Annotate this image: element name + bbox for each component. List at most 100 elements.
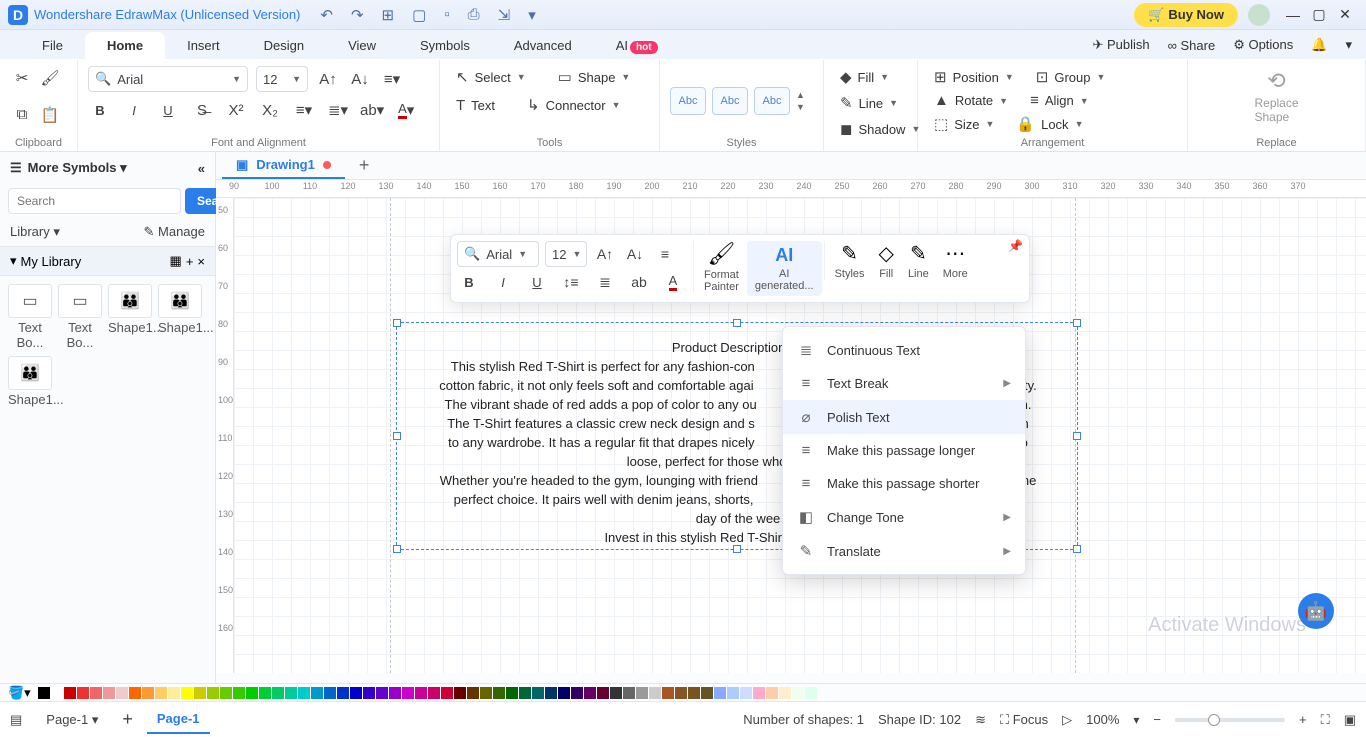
color-swatch[interactable] (753, 687, 765, 699)
color-swatch[interactable] (285, 687, 297, 699)
canvas-grid[interactable]: Product Description for This stylish Red… (234, 198, 1366, 673)
more-qat-icon[interactable]: ▾ (528, 6, 536, 24)
color-swatch[interactable] (103, 687, 115, 699)
color-swatch[interactable] (454, 687, 466, 699)
color-swatch[interactable] (51, 687, 63, 699)
color-swatch[interactable] (77, 687, 89, 699)
library-thumb[interactable]: 👪Shape1... (108, 284, 152, 350)
hamburger-icon[interactable]: ☰ (10, 160, 22, 176)
library-thumb[interactable]: ▭Text Bo... (58, 284, 102, 350)
float-line[interactable]: ✎Line (902, 241, 935, 280)
color-swatch[interactable] (571, 687, 583, 699)
library-dropdown[interactable]: Library ▾ (10, 224, 60, 240)
fill-menu[interactable]: ◆Fill▼ (834, 66, 895, 88)
maximize-button[interactable]: ▢ (1306, 6, 1332, 23)
position-menu[interactable]: ⊞Position▼ (928, 66, 1020, 88)
tab-ai[interactable]: AIhot (594, 32, 680, 59)
save-icon[interactable]: ▫ (444, 6, 449, 24)
color-swatch[interactable] (376, 687, 388, 699)
color-swatch[interactable] (792, 687, 804, 699)
focus-mode[interactable]: ⛶ Focus (1000, 712, 1048, 728)
color-swatch[interactable] (584, 687, 596, 699)
layers-icon[interactable]: ≋ (975, 712, 986, 728)
symbol-search-input[interactable] (8, 188, 181, 214)
style-preset-3[interactable]: Abc (754, 87, 790, 115)
decrease-font-icon[interactable]: A↓ (348, 67, 372, 91)
menu-item-make-this-passage-shorter[interactable]: ≡Make this passage shorter (783, 467, 1025, 500)
color-swatch[interactable] (805, 687, 817, 699)
document-tab[interactable]: ▣ Drawing1 (222, 153, 345, 179)
redo-icon[interactable]: ↷ (351, 6, 364, 24)
shadow-menu[interactable]: ◼Shadow▼ (834, 118, 926, 140)
more-symbols-label[interactable]: More Symbols ▾ (28, 160, 127, 176)
style-preset-1[interactable]: Abc (670, 87, 706, 115)
color-swatch[interactable] (766, 687, 778, 699)
tab-insert[interactable]: Insert (165, 32, 242, 59)
tab-symbols[interactable]: Symbols (398, 32, 492, 59)
fit-page-icon[interactable]: ⛶ (1321, 712, 1330, 728)
tab-view[interactable]: View (326, 32, 398, 59)
menu-item-make-this-passage-longer[interactable]: ≡Make this passage longer (783, 434, 1025, 467)
menu-item-polish-text[interactable]: ⌀Polish Text (783, 400, 1025, 434)
minimize-button[interactable]: — (1280, 7, 1306, 23)
zoom-slider[interactable] (1175, 718, 1285, 722)
color-swatch[interactable] (623, 687, 635, 699)
color-swatch[interactable] (701, 687, 713, 699)
line-spacing-icon[interactable]: ≡▾ (292, 98, 316, 122)
fullscreen-icon[interactable]: ▣ (1344, 712, 1356, 728)
menu-item-text-break[interactable]: ≡Text Break▶ (783, 367, 1025, 400)
float-format-painter[interactable]: 🖌Format Painter (693, 241, 745, 293)
size-menu[interactable]: ⬚Size▼ (928, 113, 1000, 135)
connector-tool[interactable]: ↳Connector▼ (521, 94, 626, 116)
color-swatch[interactable] (181, 687, 193, 699)
color-swatch[interactable] (428, 687, 440, 699)
color-swatch[interactable] (467, 687, 479, 699)
tab-home[interactable]: Home (85, 32, 165, 59)
color-swatch[interactable] (389, 687, 401, 699)
color-swatch[interactable] (311, 687, 323, 699)
highlight-icon[interactable]: ab▾ (360, 98, 384, 122)
cut-icon[interactable]: ✂ (10, 66, 34, 90)
float-bullets-icon[interactable]: ≣ (593, 271, 617, 293)
style-up-icon[interactable]: ▲ (796, 90, 805, 100)
select-tool[interactable]: ↖Select▼ (450, 66, 532, 88)
library-thumb[interactable]: ▭Text Bo... (8, 284, 52, 350)
color-swatch[interactable] (259, 687, 271, 699)
options-link[interactable]: ⚙ Options (1233, 37, 1293, 53)
float-bold-icon[interactable]: B (457, 271, 481, 293)
color-swatch[interactable] (480, 687, 492, 699)
subscript-icon[interactable]: X₂ (258, 98, 282, 122)
tab-design[interactable]: Design (242, 32, 326, 59)
chevron-down-icon[interactable]: ▾ (10, 253, 17, 269)
lib-close-icon[interactable]: × (197, 254, 205, 269)
library-thumb[interactable]: 👪Shape1... (8, 356, 52, 407)
float-align-icon[interactable]: ≡ (653, 243, 677, 265)
presentation-icon[interactable]: ▷ (1062, 712, 1072, 728)
shape-tool[interactable]: ▭Shape▼ (552, 66, 637, 88)
color-swatch[interactable] (506, 687, 518, 699)
color-swatch[interactable] (662, 687, 674, 699)
color-swatch[interactable] (610, 687, 622, 699)
color-swatch[interactable] (337, 687, 349, 699)
color-swatch[interactable] (402, 687, 414, 699)
float-italic-icon[interactable]: I (491, 271, 515, 293)
tab-advanced[interactable]: Advanced (492, 32, 594, 59)
color-swatch[interactable] (233, 687, 245, 699)
color-swatch[interactable] (779, 687, 791, 699)
style-down-icon[interactable]: ▼ (796, 102, 805, 112)
format-painter-icon[interactable]: 🖌 (38, 66, 62, 90)
chat-assistant-icon[interactable]: 🤖 (1298, 593, 1334, 629)
menu-item-change-tone[interactable]: ◧Change Tone▶ (783, 500, 1025, 534)
copy-icon[interactable]: ⧉ (10, 103, 34, 127)
underline-icon[interactable]: U (156, 98, 180, 122)
superscript-icon[interactable]: X² (224, 98, 248, 122)
bullet-list-icon[interactable]: ≣▾ (326, 98, 350, 122)
replace-shape-button[interactable]: ⟲ Replace Shape (1248, 66, 1304, 126)
float-ai-generated[interactable]: AIAI generated... (747, 241, 822, 296)
group-menu[interactable]: ⊡Group▼ (1030, 66, 1112, 88)
color-swatch[interactable] (545, 687, 557, 699)
text-tool[interactable]: TText (450, 94, 501, 116)
share-link[interactable]: ∞ Share (1168, 38, 1216, 53)
color-swatch[interactable] (168, 687, 180, 699)
color-swatch[interactable] (415, 687, 427, 699)
